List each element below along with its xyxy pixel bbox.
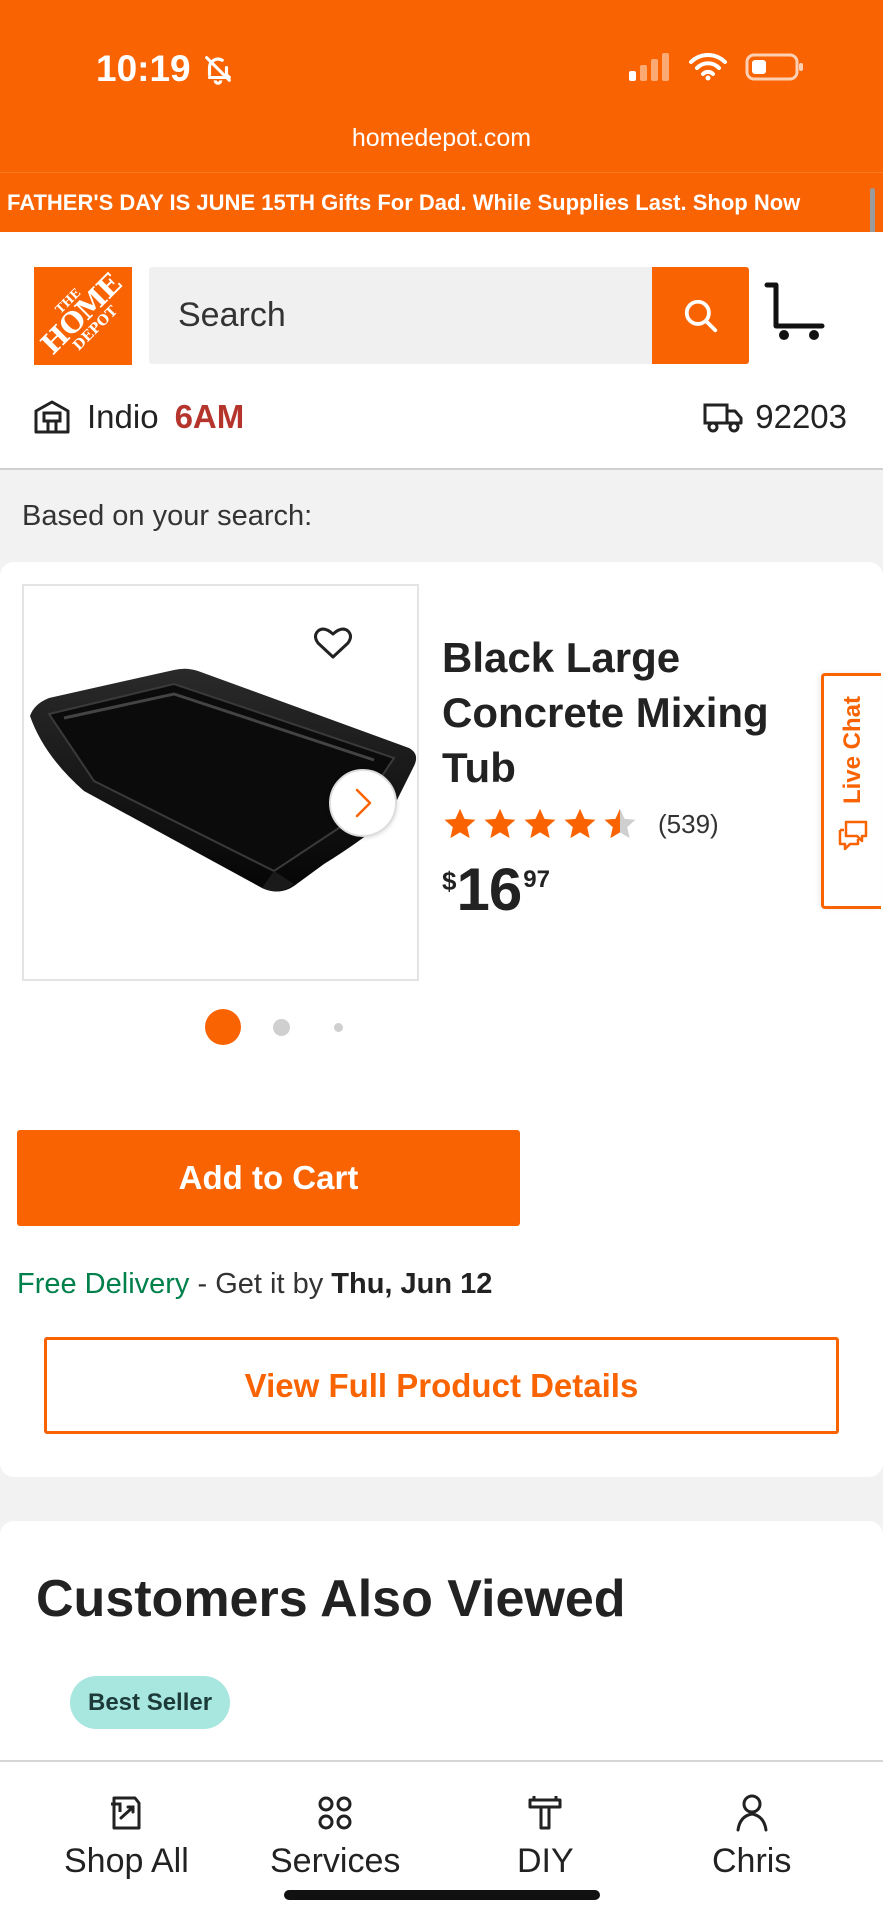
silent-bell-icon: [204, 56, 231, 85]
status-bar: 10:19 homedepot.com: [0, 0, 883, 172]
pagination-dot[interactable]: [334, 1022, 343, 1032]
nav-services[interactable]: Services: [270, 1792, 400, 1881]
nav-diy[interactable]: DIY: [517, 1792, 574, 1881]
review-count: (539): [658, 808, 719, 839]
search-button[interactable]: [652, 267, 749, 364]
site-header: THE HOME DEPOT Search Indio 6AM 92203: [0, 232, 883, 470]
promo-banner[interactable]: FATHER'S DAY IS JUNE 15TH Gifts For Dad.…: [0, 172, 883, 232]
product-rating[interactable]: (539): [442, 806, 719, 842]
services-icon: [318, 1796, 352, 1830]
pagination-dot[interactable]: [273, 1018, 290, 1036]
search-input[interactable]: Search: [149, 267, 652, 364]
live-chat-button[interactable]: Live Chat: [821, 673, 881, 909]
nav-label: Services: [270, 1842, 401, 1880]
search-placeholder: Search: [178, 296, 286, 334]
next-image-button[interactable]: [329, 769, 397, 837]
section-heading: Based on your search:: [22, 500, 313, 532]
best-seller-badge: Best Seller: [70, 1676, 231, 1729]
nav-label: Chris: [712, 1842, 792, 1880]
time-text: 10:19: [96, 48, 191, 89]
star-icon: [484, 808, 516, 839]
half-star-icon: [604, 808, 636, 839]
price-currency: $: [442, 866, 457, 896]
delivery-date: Thu, Jun 12: [331, 1268, 493, 1300]
view-full-details-button[interactable]: View Full Product Details: [44, 1337, 839, 1434]
delivery-separator: - Get it by: [189, 1268, 332, 1300]
product-image-carousel[interactable]: [22, 584, 419, 981]
also-viewed-title: Customers Also Viewed: [36, 1570, 626, 1628]
nav-label: DIY: [517, 1842, 574, 1880]
live-chat-label: Live Chat: [838, 696, 866, 805]
home-depot-logo[interactable]: THE HOME DEPOT: [34, 267, 132, 365]
price-cents: 97: [523, 866, 550, 893]
browser-url[interactable]: homedepot.com: [0, 124, 883, 153]
delivery-zip-selector[interactable]: 92203: [703, 398, 847, 436]
store-selector[interactable]: Indio 6AM: [33, 398, 244, 436]
pagination-dot-active[interactable]: [205, 1009, 241, 1045]
store-icon: [34, 400, 70, 434]
product-card: Black Large Concrete Mixing Tub (539) $ …: [0, 562, 883, 1477]
store-name: Indio: [87, 398, 159, 435]
diy-icon: [528, 1796, 562, 1830]
carousel-pagination: [205, 1009, 343, 1045]
also-viewed-section: Customers Also Viewed Best Seller: [0, 1521, 883, 1761]
nav-label: Shop All: [64, 1842, 189, 1880]
product-price: $ 16 97: [442, 860, 550, 920]
star-icon: [564, 808, 596, 839]
home-indicator[interactable]: [284, 1890, 600, 1900]
account-icon: [736, 1794, 768, 1832]
price-dollars: 16: [456, 856, 522, 923]
zip-code: 92203: [755, 398, 847, 435]
store-hours: 6AM: [174, 398, 245, 435]
status-indicators: [629, 52, 805, 82]
free-delivery-label: Free Delivery: [17, 1268, 190, 1300]
nav-account[interactable]: Chris: [712, 1792, 791, 1881]
battery-icon: [745, 53, 803, 81]
add-to-cart-button[interactable]: Add to Cart: [17, 1130, 520, 1226]
delivery-info: Free Delivery - Get it by Thu, Jun 12: [17, 1268, 492, 1301]
nav-shop-all[interactable]: Shop All: [64, 1792, 189, 1881]
status-time: 10:19: [96, 48, 235, 90]
signal-icon: [629, 53, 669, 81]
star-icon: [444, 808, 476, 839]
logo-wordmark: THE HOME DEPOT: [34, 267, 132, 365]
chevron-right-icon: [355, 788, 372, 818]
promo-text: FATHER'S DAY IS JUNE 15TH Gifts For Dad.…: [7, 189, 801, 215]
shop-all-icon: [111, 1796, 141, 1830]
star-icon: [524, 808, 556, 839]
chat-bubbles-icon: [838, 820, 867, 851]
search-icon: [684, 299, 717, 332]
cart-icon[interactable]: [764, 282, 828, 342]
wifi-icon: [689, 53, 727, 81]
product-title[interactable]: Black Large Concrete Mixing Tub: [442, 630, 822, 795]
favorite-heart-icon[interactable]: [314, 626, 352, 660]
delivery-truck-icon: [703, 403, 743, 433]
